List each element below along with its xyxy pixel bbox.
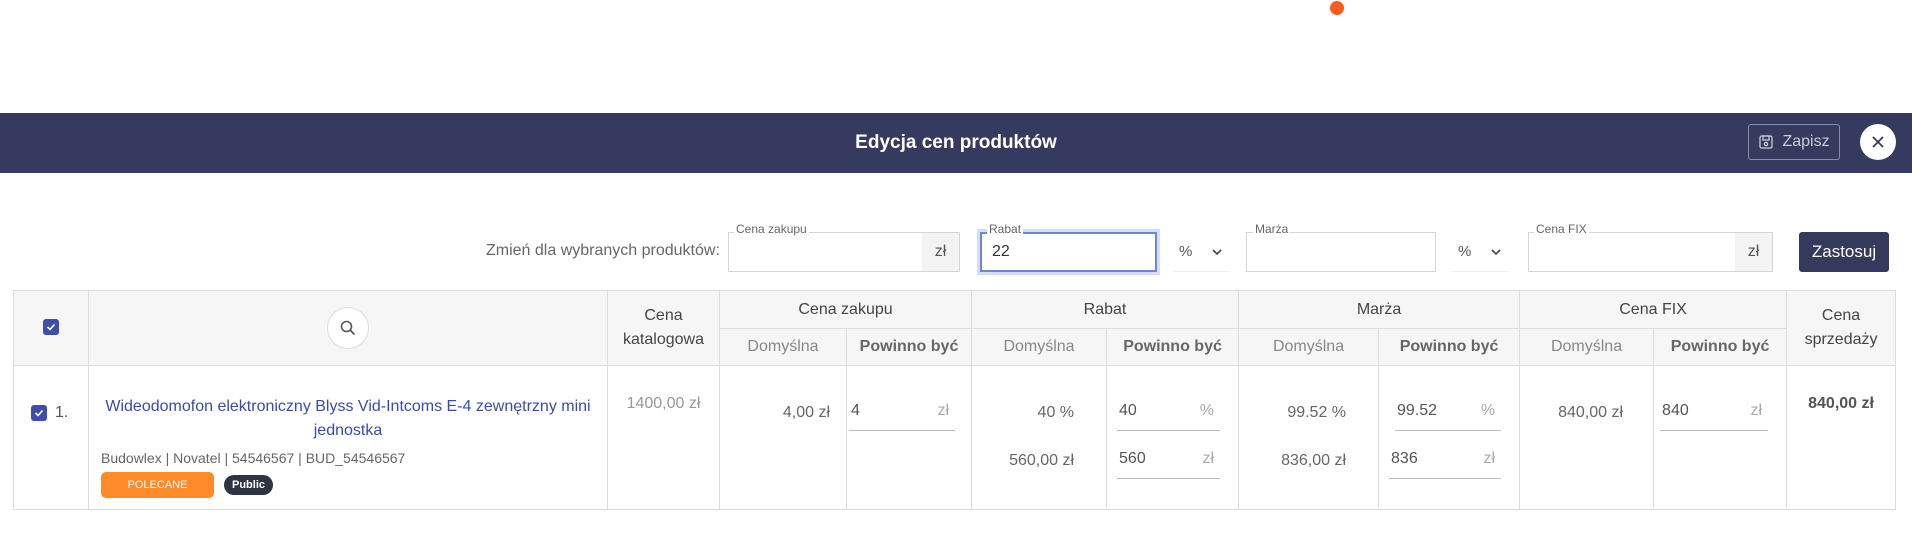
catalog-price-cell: 1400,00 zł	[607, 365, 720, 510]
margin-default-header: Domyślna	[1238, 328, 1380, 366]
margin-default-cell: 99.52 % 836,00 zł	[1238, 365, 1380, 510]
row-checkbox[interactable]	[31, 405, 47, 421]
fix-price-input[interactable]	[1529, 233, 1735, 271]
product-cell: Wideodomofon elektroniczny Blyss Vid-Int…	[88, 365, 608, 510]
floppy-icon	[1759, 135, 1774, 149]
bulk-edit-bar: Zmień dla wybranych produktów: Cena zaku…	[0, 222, 1912, 272]
search-button[interactable]	[327, 307, 369, 349]
margin-unit-value: %	[1458, 243, 1472, 260]
save-label: Zapisz	[1782, 133, 1830, 150]
purchase-price-field[interactable]	[728, 232, 923, 272]
purchase-price-suffix: zł	[922, 232, 960, 272]
margin-label: Marża	[1253, 222, 1291, 236]
margin-should-header: Powinno być	[1378, 328, 1521, 366]
margin-should-cell: 99.52% 836 zł	[1378, 365, 1521, 510]
discount-field[interactable]	[980, 232, 1157, 272]
fix-price-suffix: zł	[1735, 232, 1773, 272]
search-icon	[340, 320, 356, 336]
purchase-default-value: 4,00 zł	[782, 404, 830, 421]
catalog-price-value: 1400,00 zł	[626, 395, 701, 412]
fix-default-value: 840,00 zł	[1558, 404, 1624, 421]
fix-default-cell: 840,00 zł	[1519, 365, 1655, 510]
discount-unit-select[interactable]: %	[1173, 232, 1229, 272]
discount-header: Rabat	[971, 290, 1240, 329]
margin-amt-input[interactable]: 836 zł	[1389, 442, 1502, 479]
purchase-price-input[interactable]	[729, 233, 922, 271]
fix-should-cell: 840 zł	[1653, 365, 1788, 510]
chevron-down-icon	[1491, 248, 1501, 255]
purchase-default-cell: 4,00 zł	[719, 365, 847, 510]
purchase-should-cell: 4 zł	[845, 365, 973, 510]
check-icon	[34, 409, 44, 417]
product-column-header	[88, 290, 608, 366]
product-name-link[interactable]: Wideodomofon elektroniczny Blyss Vid-Int…	[89, 395, 607, 443]
discount-input[interactable]	[982, 234, 1155, 270]
save-button[interactable]: Zapisz	[1748, 124, 1840, 160]
notification-dot	[1330, 1, 1344, 15]
fix-default-header: Domyślna	[1519, 328, 1655, 366]
margin-header: Marża	[1238, 290, 1521, 329]
catalog-price-header: Cena katalogowa	[607, 290, 720, 366]
fix-should-header: Powinno być	[1653, 328, 1788, 366]
purchase-price-label: Cena zakupu	[734, 222, 809, 236]
modal-title: Edycja cen produktów	[855, 132, 1057, 153]
sale-price-header: Cena sprzedaży	[1786, 290, 1897, 366]
product-meta: Budowlex | Novatel | 54546567 | BUD_5454…	[101, 450, 406, 466]
check-icon	[46, 323, 56, 331]
sale-price-cell: 840,00 zł	[1786, 365, 1897, 510]
fix-should-input[interactable]: 840 zł	[1660, 394, 1769, 431]
discount-default-header: Domyślna	[971, 328, 1108, 366]
chevron-down-icon	[1212, 248, 1222, 255]
discount-label: Rabat	[987, 222, 1024, 236]
discount-default-amt: 560,00 zł	[1009, 452, 1075, 469]
row-index: 1.	[55, 404, 69, 421]
purchase-should-header: Powinno być	[845, 328, 973, 366]
select-all-checkbox[interactable]	[43, 319, 59, 335]
bulk-edit-label: Zmień dla wybranych produktów:	[486, 242, 720, 259]
purchase-price-header: Cena zakupu	[718, 290, 973, 329]
recommended-badge: POLECANE	[101, 472, 214, 498]
discount-unit-value: %	[1179, 243, 1193, 260]
margin-input[interactable]	[1247, 233, 1435, 271]
close-button[interactable]	[1860, 124, 1896, 160]
price-table: Cena katalogowa Cena zakupu Rabat Marża …	[13, 290, 1897, 510]
discount-default-cell: 40 % 560,00 zł	[971, 365, 1108, 510]
discount-should-header: Powinno być	[1106, 328, 1240, 366]
discount-amt-input[interactable]: 560 zł	[1117, 442, 1221, 479]
public-badge: Public	[224, 475, 274, 495]
select-all-cell	[13, 290, 89, 366]
margin-field[interactable]	[1246, 232, 1436, 272]
row-select-cell: 1.	[13, 365, 89, 510]
sale-price-value: 840,00 zł	[1808, 395, 1874, 412]
purchase-default-header: Domyślna	[719, 328, 847, 366]
fix-price-label: Cena FIX	[1534, 222, 1589, 236]
modal-header: Edycja cen produktów	[0, 113, 1912, 173]
margin-unit-select[interactable]: %	[1452, 232, 1508, 272]
close-icon	[1872, 136, 1884, 148]
margin-default-amt: 836,00 zł	[1281, 452, 1347, 469]
fix-price-header: Cena FIX	[1519, 290, 1788, 329]
purchase-should-input[interactable]: 4 zł	[849, 394, 956, 431]
discount-should-cell: 40% 560 zł	[1106, 365, 1240, 510]
apply-button[interactable]: Zastosuj	[1799, 232, 1889, 272]
fix-price-field[interactable]	[1528, 232, 1736, 272]
table-row: 1. Wideodomofon elektroniczny Blyss Vid-…	[13, 365, 1897, 510]
